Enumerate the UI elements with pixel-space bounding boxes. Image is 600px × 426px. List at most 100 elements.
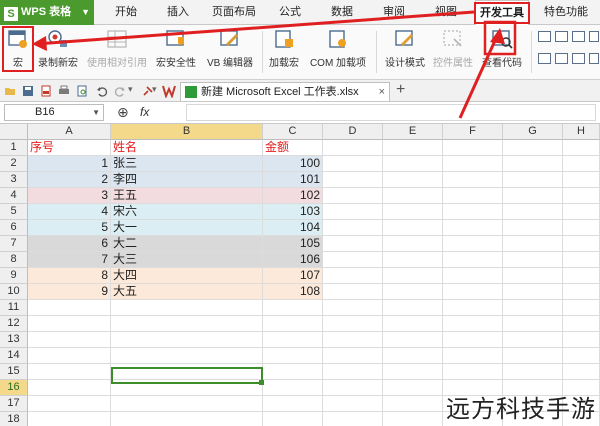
- cell[interactable]: [503, 300, 563, 315]
- close-icon[interactable]: ×: [379, 83, 385, 101]
- tab-special[interactable]: 特色功能: [538, 0, 594, 25]
- cell[interactable]: [383, 332, 443, 347]
- cell[interactable]: [263, 348, 323, 363]
- design-mode-button[interactable]: 设计模式: [382, 29, 428, 69]
- print-icon[interactable]: [58, 85, 70, 97]
- fill-handle[interactable]: [259, 380, 264, 385]
- row-header[interactable]: 13: [0, 332, 28, 348]
- cell[interactable]: [111, 300, 263, 315]
- column-header[interactable]: F: [443, 124, 503, 140]
- cell[interactable]: [383, 236, 443, 251]
- cell[interactable]: [263, 300, 323, 315]
- cell[interactable]: [323, 220, 383, 235]
- cell[interactable]: 102: [263, 188, 323, 203]
- cell[interactable]: [383, 380, 443, 395]
- cell[interactable]: 108: [263, 284, 323, 299]
- document-tab[interactable]: 新建 Microsoft Excel 工作表.xlsx ×: [180, 82, 390, 101]
- cell[interactable]: [263, 332, 323, 347]
- cell[interactable]: [503, 332, 563, 347]
- row-header[interactable]: 7: [0, 236, 28, 252]
- column-header[interactable]: H: [563, 124, 600, 140]
- cell[interactable]: [563, 236, 600, 251]
- cell[interactable]: [503, 204, 563, 219]
- cell[interactable]: [443, 252, 503, 267]
- wps-app-button[interactable]: S WPS 表格 ▼: [0, 0, 94, 25]
- macro-security-button[interactable]: 宏安全性: [152, 29, 200, 69]
- row-header[interactable]: 9: [0, 268, 28, 284]
- cell[interactable]: [563, 300, 600, 315]
- cell[interactable]: [323, 332, 383, 347]
- cell[interactable]: [443, 156, 503, 171]
- cell[interactable]: 101: [263, 172, 323, 187]
- undo-icon[interactable]: [96, 85, 108, 97]
- new-tab-button[interactable]: +: [396, 81, 405, 99]
- cell[interactable]: [563, 348, 600, 363]
- column-header[interactable]: A: [28, 124, 111, 140]
- cell[interactable]: [383, 364, 443, 379]
- cell[interactable]: [563, 364, 600, 379]
- cell[interactable]: 大五: [111, 284, 263, 299]
- cell[interactable]: 1: [28, 156, 111, 171]
- cell[interactable]: [323, 252, 383, 267]
- cell[interactable]: [503, 236, 563, 251]
- control-properties-button[interactable]: 控件属性: [430, 29, 476, 69]
- cell[interactable]: 序号: [28, 140, 111, 155]
- cell[interactable]: [323, 172, 383, 187]
- cell[interactable]: [443, 268, 503, 283]
- cell[interactable]: [503, 364, 563, 379]
- cell[interactable]: [111, 412, 263, 426]
- view-code-button[interactable]: 查看代码: [478, 29, 526, 69]
- cell[interactable]: [111, 348, 263, 363]
- cell[interactable]: [323, 204, 383, 219]
- cell[interactable]: [503, 188, 563, 203]
- tab-home[interactable]: 开始: [106, 0, 146, 25]
- tab-data[interactable]: 数据: [322, 0, 362, 25]
- option-control-icon[interactable]: [555, 31, 568, 42]
- cell[interactable]: [383, 284, 443, 299]
- cell[interactable]: [323, 268, 383, 283]
- row-header[interactable]: 1: [0, 140, 28, 156]
- cell[interactable]: [503, 172, 563, 187]
- cell[interactable]: 9: [28, 284, 111, 299]
- cell[interactable]: [383, 220, 443, 235]
- cell[interactable]: [111, 396, 263, 411]
- cell[interactable]: [443, 140, 503, 155]
- relative-reference-button[interactable]: 使用相对引用: [84, 29, 150, 69]
- list-control-icon[interactable]: [538, 53, 551, 64]
- cell[interactable]: [111, 332, 263, 347]
- export-pdf-icon[interactable]: [40, 85, 52, 97]
- cell[interactable]: [323, 364, 383, 379]
- cell[interactable]: [28, 348, 111, 363]
- cell[interactable]: [563, 268, 600, 283]
- column-header[interactable]: C: [263, 124, 323, 140]
- row-header[interactable]: 18: [0, 412, 28, 426]
- tab-developer[interactable]: 开发工具: [474, 0, 530, 25]
- cell[interactable]: 王五: [111, 188, 263, 203]
- open-folder-icon[interactable]: [4, 85, 16, 97]
- cell[interactable]: [383, 252, 443, 267]
- cell[interactable]: [443, 284, 503, 299]
- cell[interactable]: [443, 300, 503, 315]
- cell[interactable]: [28, 412, 111, 426]
- cell[interactable]: 宋六: [111, 204, 263, 219]
- cell[interactable]: [383, 316, 443, 331]
- row-header[interactable]: 17: [0, 396, 28, 412]
- cell[interactable]: [263, 380, 323, 395]
- cell[interactable]: [323, 380, 383, 395]
- cell[interactable]: 2: [28, 172, 111, 187]
- cell[interactable]: [563, 332, 600, 347]
- cell[interactable]: [263, 396, 323, 411]
- cell[interactable]: [28, 316, 111, 331]
- cell[interactable]: [383, 300, 443, 315]
- cell[interactable]: [443, 348, 503, 363]
- button-control-icon[interactable]: [572, 31, 585, 42]
- cell[interactable]: [443, 316, 503, 331]
- cell[interactable]: [383, 172, 443, 187]
- row-header[interactable]: 4: [0, 188, 28, 204]
- cell[interactable]: [323, 188, 383, 203]
- cell[interactable]: [443, 332, 503, 347]
- cell[interactable]: [563, 252, 600, 267]
- cell[interactable]: [563, 188, 600, 203]
- cell[interactable]: [503, 348, 563, 363]
- checkbox-control-icon[interactable]: [538, 31, 551, 42]
